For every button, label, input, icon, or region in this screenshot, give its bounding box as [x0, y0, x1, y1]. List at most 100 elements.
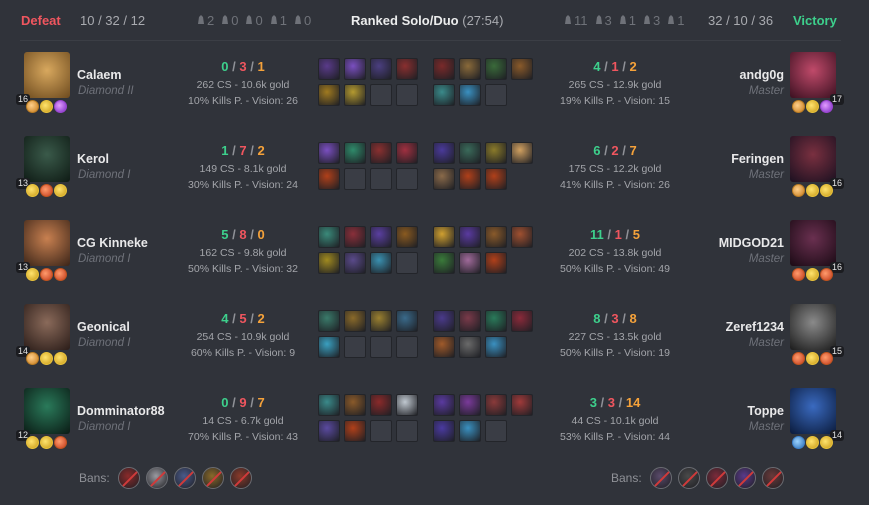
kills-value: 3: [589, 395, 597, 410]
item-icon[interactable]: [511, 142, 533, 164]
summoner-name[interactable]: Kerol: [77, 152, 109, 166]
champion-portrait[interactable]: [24, 52, 70, 98]
item-icon[interactable]: [511, 58, 533, 80]
item-icon[interactable]: [511, 394, 533, 416]
champion-portrait[interactable]: [790, 136, 836, 182]
item-icon[interactable]: [318, 142, 340, 164]
rune-icon: [806, 352, 819, 365]
item-icon[interactable]: [433, 142, 455, 164]
item-icon[interactable]: [344, 310, 366, 332]
item-icon[interactable]: [433, 168, 455, 190]
item-icon[interactable]: [433, 252, 455, 274]
item-icon[interactable]: [485, 168, 507, 190]
item-icon[interactable]: [459, 420, 481, 442]
item-icon[interactable]: [370, 58, 392, 80]
banned-champion-icon[interactable]: [229, 467, 252, 489]
champion-portrait[interactable]: [24, 304, 70, 350]
item-icon[interactable]: [433, 336, 455, 358]
item-icon[interactable]: [370, 252, 392, 274]
banned-champion-icon[interactable]: [173, 467, 196, 489]
champion-portrait[interactable]: [24, 136, 70, 182]
champion-portrait[interactable]: [790, 304, 836, 350]
item-icon[interactable]: [396, 142, 418, 164]
kills-value: 4: [593, 59, 601, 74]
item-icon[interactable]: [485, 58, 507, 80]
item-icon[interactable]: [459, 310, 481, 332]
item-icon[interactable]: [485, 336, 507, 358]
item-icon[interactable]: [344, 142, 366, 164]
summoner-rank: Diamond I: [78, 421, 131, 433]
banned-champion-icon[interactable]: [705, 467, 728, 489]
item-icon[interactable]: [459, 84, 481, 106]
item-icon[interactable]: [511, 226, 533, 248]
item-icon[interactable]: [396, 226, 418, 248]
summoner-rank: Master: [748, 169, 784, 181]
player-kda: 4 / 5 / 2: [173, 311, 313, 326]
item-icon[interactable]: [318, 84, 340, 106]
item-icon[interactable]: [344, 58, 366, 80]
item-icon[interactable]: [459, 394, 481, 416]
item-icon[interactable]: [370, 142, 392, 164]
item-icon[interactable]: [344, 252, 366, 274]
item-icon[interactable]: [459, 168, 481, 190]
item-icon[interactable]: [485, 226, 507, 248]
summoner-name[interactable]: Geonical: [77, 320, 130, 334]
banned-champion-icon[interactable]: [649, 467, 672, 489]
summoner-name[interactable]: Zeref1234: [726, 320, 784, 334]
item-icon[interactable]: [370, 310, 392, 332]
banned-champion-icon[interactable]: [145, 467, 168, 489]
summoner-name[interactable]: Domminator88: [77, 404, 165, 418]
item-icon[interactable]: [318, 394, 340, 416]
banned-champion-icon[interactable]: [677, 467, 700, 489]
champion-portrait[interactable]: [790, 388, 836, 434]
banned-champion-icon[interactable]: [201, 467, 224, 489]
item-icon[interactable]: [511, 310, 533, 332]
champion-portrait[interactable]: [24, 220, 70, 266]
item-icon[interactable]: [433, 394, 455, 416]
item-icon[interactable]: [370, 394, 392, 416]
item-icon[interactable]: [318, 58, 340, 80]
summoner-name[interactable]: Calaem: [77, 68, 121, 82]
item-icon[interactable]: [459, 58, 481, 80]
item-icon[interactable]: [318, 336, 340, 358]
item-icon[interactable]: [318, 420, 340, 442]
item-icon[interactable]: [396, 394, 418, 416]
item-icon[interactable]: [459, 252, 481, 274]
item-icon[interactable]: [318, 310, 340, 332]
banned-champion-icon[interactable]: [117, 467, 140, 489]
item-icon[interactable]: [433, 84, 455, 106]
item-icon[interactable]: [459, 226, 481, 248]
item-icon[interactable]: [396, 58, 418, 80]
item-icon[interactable]: [459, 142, 481, 164]
banned-champion-icon[interactable]: [761, 467, 784, 489]
item-icon[interactable]: [396, 310, 418, 332]
item-icon[interactable]: [344, 394, 366, 416]
item-icon[interactable]: [485, 310, 507, 332]
summoner-name[interactable]: andg0g: [740, 68, 784, 82]
item-icon[interactable]: [318, 252, 340, 274]
champion-portrait[interactable]: [790, 52, 836, 98]
summoner-name[interactable]: Feringen: [731, 152, 784, 166]
champion-portrait[interactable]: [790, 220, 836, 266]
summoner-name[interactable]: CG Kinneke: [77, 236, 148, 250]
item-icon[interactable]: [433, 58, 455, 80]
summoner-name[interactable]: MIDGOD21: [719, 236, 784, 250]
item-icon[interactable]: [459, 336, 481, 358]
champion-portrait[interactable]: [24, 388, 70, 434]
item-icon[interactable]: [344, 420, 366, 442]
item-icon[interactable]: [318, 168, 340, 190]
item-icon[interactable]: [433, 420, 455, 442]
item-icon[interactable]: [344, 84, 366, 106]
item-icon[interactable]: [370, 226, 392, 248]
banned-champion-icon[interactable]: [733, 467, 756, 489]
item-icon[interactable]: [318, 226, 340, 248]
summoner-name[interactable]: Toppe: [747, 404, 784, 418]
item-icon[interactable]: [485, 142, 507, 164]
item-icon[interactable]: [433, 226, 455, 248]
item-icon[interactable]: [433, 310, 455, 332]
red-team-result: Victory: [793, 13, 837, 28]
item-icon[interactable]: [485, 394, 507, 416]
tower-icon: [563, 13, 573, 28]
item-icon[interactable]: [344, 226, 366, 248]
item-icon[interactable]: [485, 252, 507, 274]
